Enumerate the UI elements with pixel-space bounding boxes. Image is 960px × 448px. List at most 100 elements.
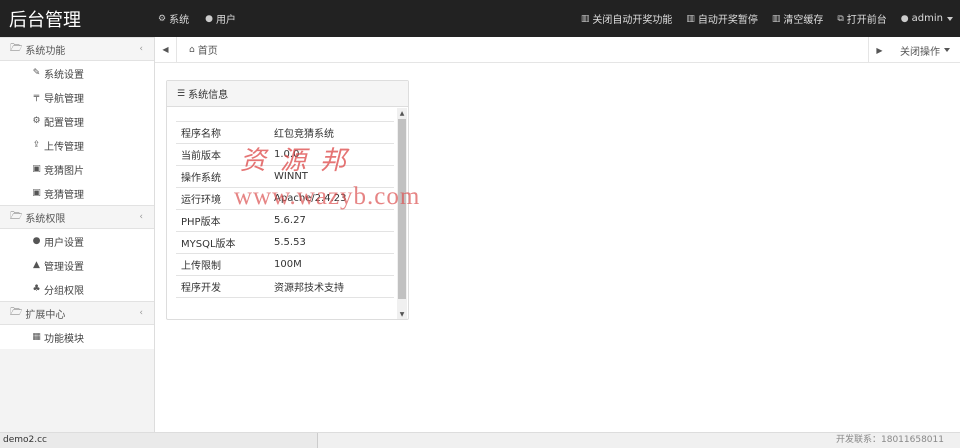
sidebar-group-label: 系统权限 <box>25 213 66 225</box>
sidebar: 🗁 系统功能 ‹ ✎ 系统设置 ╤ 导航管理 ⚙ 配置管理 ⇪ 上传管理 ▣ 竞… <box>0 37 155 432</box>
sidebar-group-label: 系统功能 <box>25 45 66 57</box>
caret-down-icon <box>944 48 950 52</box>
nav-system[interactable]: ⚙ 系统 <box>150 0 197 37</box>
chevron-left-icon: ‹ <box>139 212 143 222</box>
clear-cache-label: 清空缓存 <box>783 15 824 26</box>
sidebar-group-permissions[interactable]: 🗁 系统权限 ‹ <box>0 205 154 229</box>
folder-open-icon: 🗁 <box>10 42 23 54</box>
watermark-url: www.wazyb.com <box>234 183 421 210</box>
sidebar-item-quiz-images[interactable]: ▣ 竞猜图片 <box>0 157 154 181</box>
close-operations-label: 关闭操作 <box>900 46 940 58</box>
sidebar-item-user-settings[interactable]: ● 用户设置 <box>0 229 154 253</box>
sidebar-item-upload-management[interactable]: ⇪ 上传管理 <box>0 133 154 157</box>
sidebar-item-label: 功能模块 <box>44 333 84 345</box>
nav-user[interactable]: ● 用户 <box>197 0 244 37</box>
clear-cache-button[interactable]: ▥ 清空缓存 <box>765 0 831 37</box>
upload-icon: ⇪ <box>32 140 41 150</box>
tab-bar: ◀ ⌂ 首页 ▶ 关闭操作 <box>155 36 960 63</box>
open-frontend-button[interactable]: ⧉ 打开前台 <box>830 0 893 37</box>
panel-header: ☰ 系统信息 <box>167 81 408 107</box>
close-auto-draw-label: 关闭自动开奖功能 <box>592 15 673 26</box>
tab-scroll-right-button[interactable]: ▶ <box>868 37 890 63</box>
brand-title[interactable]: 后台管理 <box>0 6 150 32</box>
developer-contact: 开发联系：18011658011 <box>836 435 944 445</box>
grid-icon: ▦ <box>32 332 41 342</box>
sidebar-item-label: 导航管理 <box>44 93 84 105</box>
folder-open-icon: 🗁 <box>10 210 23 222</box>
panel-title: 系统信息 <box>188 90 229 101</box>
scroll-down-arrow-icon[interactable]: ▼ <box>397 309 407 319</box>
trash-icon: ▥ <box>580 13 590 24</box>
sidebar-item-group-permissions[interactable]: ♣ 分组权限 <box>0 277 154 301</box>
row-value: 5.5.53 <box>269 231 394 254</box>
top-nav: ⚙ 系统 ● 用户 <box>150 0 244 37</box>
close-auto-draw-button[interactable]: ▥ 关闭自动开奖功能 <box>574 0 680 37</box>
user-icon: ● <box>32 236 41 246</box>
scroll-up-arrow-icon[interactable]: ▲ <box>397 108 407 118</box>
list-icon: ☰ <box>177 88 186 99</box>
tab-home[interactable]: ⌂ 首页 <box>177 42 218 58</box>
open-frontend-label: 打开前台 <box>846 15 887 26</box>
tab-bar-right: ▶ 关闭操作 <box>868 37 960 63</box>
sidebar-group-extensions[interactable]: 🗁 扩展中心 ‹ <box>0 301 154 325</box>
sidebar-item-label: 配置管理 <box>44 117 84 129</box>
panel-scrollbar[interactable]: ▲ ▼ <box>397 108 407 319</box>
admin-label: admin <box>911 13 943 24</box>
table-row: MYSQL版本 5.5.53 <box>176 231 394 254</box>
table-row: 程序开发 资源邦技术支持 <box>176 275 394 298</box>
sidebar-item-label: 竞猜图片 <box>44 165 84 177</box>
sidebar-group-body: ▦ 功能模块 <box>0 325 154 349</box>
sidebar-item-admin-settings[interactable]: ▲ 管理设置 <box>0 253 154 277</box>
sidebar-item-label: 用户设置 <box>44 237 84 249</box>
image-icon: ▣ <box>32 188 41 198</box>
sidebar-item-label: 系统设置 <box>44 69 84 81</box>
home-icon: ⌂ <box>189 44 195 55</box>
external-link-icon: ⧉ <box>837 13 844 24</box>
sidebar-group-body: ● 用户设置 ▲ 管理设置 ♣ 分组权限 <box>0 229 154 301</box>
sidebar-group-label: 扩展中心 <box>25 309 66 321</box>
image-icon: ▣ <box>32 164 41 174</box>
user-icon: ● <box>900 13 909 24</box>
status-url: demo2.cc <box>0 433 318 448</box>
sidebar-item-label: 竞猜管理 <box>44 189 84 201</box>
row-value: 100M <box>269 253 394 276</box>
caret-down-icon <box>947 16 953 21</box>
row-key: 上传限制 <box>176 253 269 276</box>
watermark-text: 资源邦 <box>240 146 361 176</box>
sidebar-group-body: ✎ 系统设置 ╤ 导航管理 ⚙ 配置管理 ⇪ 上传管理 ▣ 竞猜图片 ▣ 竞猜管… <box>0 61 154 205</box>
gear-icon: ⚙ <box>158 13 167 24</box>
pause-auto-draw-button[interactable]: ▥ 自动开奖暂停 <box>679 0 765 37</box>
gears-icon: ⚙ <box>32 116 41 126</box>
admin-menu[interactable]: ● admin <box>894 0 960 37</box>
top-actions: ▥ 关闭自动开奖功能 ▥ 自动开奖暂停 ▥ 清空缓存 ⧉ 打开前台 ● admi… <box>574 0 960 37</box>
row-key: MYSQL版本 <box>176 231 269 254</box>
pause-auto-draw-label: 自动开奖暂停 <box>697 15 758 26</box>
row-key: PHP版本 <box>176 209 269 232</box>
sidebar-item-nav-management[interactable]: ╤ 导航管理 <box>0 85 154 109</box>
row-key: 程序开发 <box>176 275 269 298</box>
trash-icon: ▥ <box>686 13 695 24</box>
tab-home-label: 首页 <box>197 46 218 57</box>
sidebar-item-label: 分组权限 <box>44 285 84 297</box>
chevron-left-icon: ‹ <box>139 308 143 318</box>
lock-icon: ▲ <box>33 260 40 270</box>
trash-icon: ▥ <box>771 13 781 24</box>
table-row: 上传限制 100M <box>176 253 394 276</box>
sidebar-item-quiz-management[interactable]: ▣ 竞猜管理 <box>0 181 154 205</box>
close-operations-dropdown[interactable]: 关闭操作 <box>890 43 960 58</box>
row-value: 5.6.27 <box>269 209 394 232</box>
sidebar-item-config-management[interactable]: ⚙ 配置管理 <box>0 109 154 133</box>
signpost-icon: ╤ <box>33 92 40 102</box>
sidebar-group-system-functions[interactable]: 🗁 系统功能 ‹ <box>0 37 154 61</box>
tab-scroll-left-button[interactable]: ◀ <box>155 36 177 63</box>
sidebar-item-label: 上传管理 <box>44 141 84 153</box>
sidebar-item-label: 管理设置 <box>44 261 84 273</box>
wrench-icon: ✎ <box>32 68 41 78</box>
row-value: 资源邦技术支持 <box>269 275 394 298</box>
sidebar-item-system-settings[interactable]: ✎ 系统设置 <box>0 61 154 85</box>
nav-user-label: 用户 <box>215 15 236 26</box>
nav-system-label: 系统 <box>169 15 190 26</box>
table-row: PHP版本 5.6.27 <box>176 209 394 232</box>
chevron-left-icon: ‹ <box>139 44 143 54</box>
sidebar-item-modules[interactable]: ▦ 功能模块 <box>0 325 154 349</box>
